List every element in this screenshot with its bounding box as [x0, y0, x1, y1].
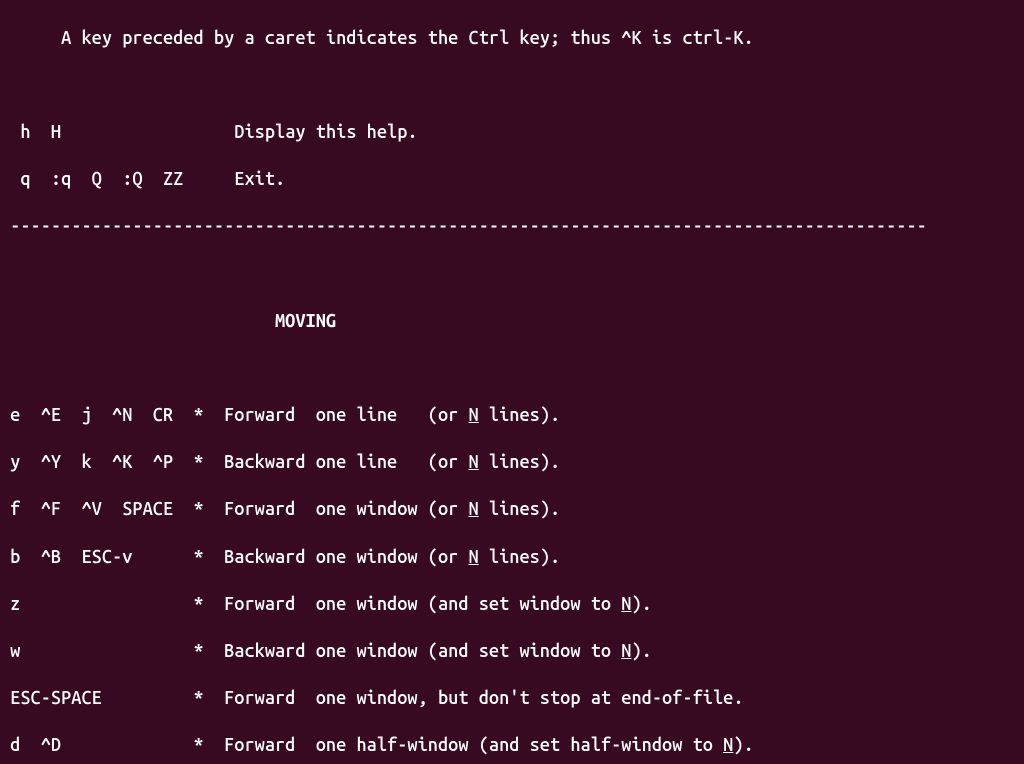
- blank-line: [0, 263, 1024, 287]
- blank-line: [0, 74, 1024, 98]
- basic-row: h H Display this help.: [0, 121, 1024, 145]
- basic-row: q :q Q :Q ZZ Exit.: [0, 168, 1024, 192]
- moving-row: w * Backward one window (and set window …: [0, 640, 1024, 664]
- divider: ----------------------------------------…: [0, 215, 1024, 239]
- moving-row: e ^E j ^N CR * Forward one line (or N li…: [0, 404, 1024, 428]
- moving-row: y ^Y k ^K ^P * Backward one line (or N l…: [0, 451, 1024, 475]
- moving-row: z * Forward one window (and set window t…: [0, 593, 1024, 617]
- blank-line: [0, 357, 1024, 381]
- moving-row: d ^D * Forward one half-window (and set …: [0, 734, 1024, 758]
- section-title: MOVING: [0, 310, 1024, 334]
- terminal-viewport[interactable]: A key preceded by a caret indicates the …: [0, 0, 1024, 764]
- moving-row: b ^B ESC-v * Backward one window (or N l…: [0, 546, 1024, 570]
- moving-row: ESC-SPACE * Forward one window, but don'…: [0, 687, 1024, 711]
- intro-text: A key preceded by a caret indicates the …: [0, 27, 1024, 51]
- moving-row: f ^F ^V SPACE * Forward one window (or N…: [0, 498, 1024, 522]
